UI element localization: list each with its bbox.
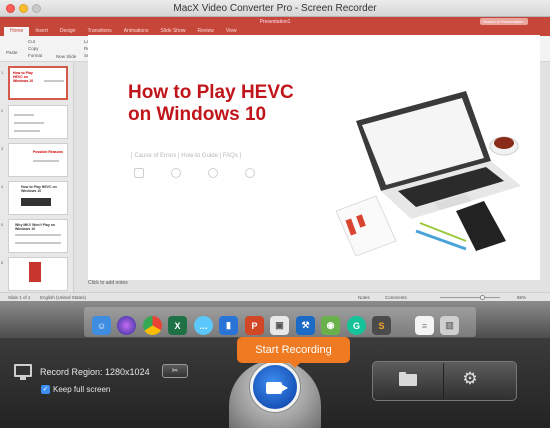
ppt-cut-label: Cut	[28, 39, 36, 44]
preview-icon: ▣	[270, 316, 289, 335]
start-recording-button[interactable]	[250, 362, 300, 412]
current-slide: How to Play HEVC on Windows 10 [ Cause o…	[88, 35, 540, 283]
ppt-tab-home: Home	[4, 27, 30, 36]
keep-full-screen-checkbox[interactable]: ✓	[41, 385, 50, 394]
select-region-button[interactable]: ✂	[162, 364, 188, 378]
comments-toggle: Comments	[385, 295, 407, 300]
slide-subtitle: [ Cause of Errors | How-to Guide | FAQs …	[131, 153, 242, 159]
ppt-new-slide-label: New Slide	[56, 54, 77, 59]
gear-icon: ⚙	[462, 369, 478, 388]
captured-screen-preview: Presentation1 Search in Presentation Hom…	[0, 17, 550, 315]
grammarly-icon: G	[347, 316, 366, 335]
language-label: English (United States)	[40, 295, 87, 300]
notes-toggle: Notes	[358, 295, 370, 300]
thumb-title: How to Play HEVC on Windows 10	[21, 185, 57, 193]
monitor-icon	[134, 168, 144, 178]
document-icon: ≡	[415, 316, 434, 335]
slide-count-label: Slide 1 of 1	[8, 295, 31, 300]
thumb-title: Why MKV Won't Play on Windows 10	[15, 223, 56, 231]
window-titlebar: MacX Video Converter Pro - Screen Record…	[0, 0, 550, 17]
open-folder-button[interactable]	[399, 372, 417, 386]
ppt-tab-insert: Insert	[35, 28, 48, 34]
trash-icon: ▥	[440, 316, 459, 335]
ppt-status-bar: Slide 1 of 1 English (United States) Not…	[0, 292, 550, 301]
laptop-illustration	[335, 91, 521, 257]
slide-icon-row	[134, 168, 255, 178]
slide-thumbnail: How to Play HEVC on Windows 10	[8, 66, 68, 100]
powerpoint-icon: P	[245, 316, 264, 335]
keep-full-screen-label: Keep full screen	[53, 385, 111, 394]
siri-icon	[117, 316, 136, 335]
notes-pane: Click to add notes	[88, 280, 540, 288]
finder-icon: ☺	[92, 316, 111, 335]
thumb-title: How to Play HEVC on Windows 10	[13, 71, 34, 83]
close-window-button[interactable]	[6, 4, 15, 13]
ppt-tab-design: Design	[59, 28, 76, 34]
thumb-number: 5	[1, 222, 4, 227]
window-title: MacX Video Converter Pro - Screen Record…	[173, 2, 377, 14]
messages-icon: …	[194, 316, 213, 335]
slide-title: How to Play HEVC on Windows 10	[128, 82, 294, 125]
ppt-format-label: Format	[28, 53, 43, 58]
slide-thumbnail: How to Play HEVC on Windows 10	[8, 181, 68, 215]
gear-icon	[171, 168, 181, 178]
globe-icon	[208, 168, 218, 178]
slide-thumbnail: Possible Reasons	[8, 143, 68, 177]
wechat-icon: ◉	[321, 316, 340, 335]
zoom-slider	[440, 297, 500, 298]
xcode-icon: ⚒	[296, 316, 315, 335]
video-camera-icon	[266, 382, 282, 394]
thumb-number: 2	[1, 108, 4, 113]
thumb-number: 3	[1, 146, 4, 151]
zoom-window-button[interactable]	[32, 4, 41, 13]
slide-thumbnail	[8, 105, 68, 139]
thumb-number: 6	[1, 260, 4, 265]
window-controls	[6, 4, 41, 13]
start-recording-tooltip: Start Recording	[237, 337, 350, 368]
tools-divider	[443, 363, 444, 399]
minimize-window-button[interactable]	[19, 4, 28, 13]
slide-thumbnail	[8, 257, 68, 291]
ppt-paste-label: Paste	[6, 50, 18, 55]
excel-icon: X	[168, 316, 187, 335]
search-icon	[245, 168, 255, 178]
ppt-titlebar: Presentation1 Search in Presentation	[0, 17, 550, 26]
zoom-level: 86%	[517, 295, 527, 300]
ppt-search-field: Search in Presentation	[480, 18, 528, 25]
ppt-copy-label: Copy	[28, 46, 39, 51]
slide-thumbnail: Why MKV Won't Play on Windows 10	[8, 219, 68, 253]
keynote-icon: ▮	[219, 316, 238, 335]
ppt-document-name: Presentation1	[259, 18, 291, 25]
thumb-number: 1	[1, 70, 4, 75]
sublime-icon: S	[372, 316, 391, 335]
thumb-number: 4	[1, 184, 4, 189]
record-region-label: Record Region: 1280x1024	[40, 367, 150, 377]
thumb-title: Possible Reasons	[33, 150, 63, 154]
monitor-icon	[14, 364, 32, 380]
settings-button[interactable]: ⚙	[461, 370, 479, 388]
slide-thumbnails-pane: 1 How to Play HEVC on Windows 10 2 3 Pos…	[0, 62, 74, 315]
tools-panel	[372, 361, 517, 401]
chrome-icon	[143, 316, 162, 335]
notes-placeholder: Click to add notes	[88, 280, 128, 286]
zoom-slider-knob	[480, 295, 485, 300]
